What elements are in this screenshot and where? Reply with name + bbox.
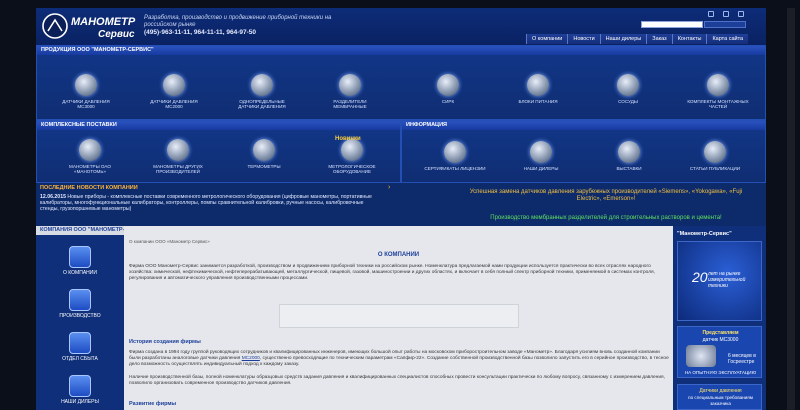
nav-order[interactable]: Заказ — [646, 34, 672, 44]
power-unit-icon — [527, 74, 549, 96]
product-tile[interactable]: ДАТЧИКИ ДАВЛЕНИЯ МС2000 — [143, 74, 205, 109]
complex-tile[interactable]: ТЕРМОМЕТРЫ — [233, 139, 295, 169]
sitemap-icon[interactable] — [738, 11, 744, 17]
leftnav-dealers[interactable]: НАШИ ДИЛЕРЫ — [36, 375, 124, 405]
mounting-kit-icon — [707, 74, 729, 96]
leftnav-about[interactable]: О КОМПАНИИ — [36, 246, 124, 276]
header-icons — [708, 11, 744, 17]
brand-line2: Сервис — [98, 29, 135, 40]
info-tile[interactable]: СЕРТИФИКАТЫ ЛИЦЕНЗИИ — [424, 141, 486, 171]
breadcrumb[interactable]: О компании ООО «Манометр Сервис» — [129, 239, 210, 244]
arrow-right-icon[interactable]: › — [388, 184, 390, 191]
brand-line1: МАНОМЕТР — [71, 16, 136, 28]
main-content: О компании ООО «Манометр Сервис» О КОМПА… — [124, 226, 673, 410]
about-icon — [69, 246, 91, 268]
nav-dealers[interactable]: Наши дилеры — [599, 34, 647, 44]
info-panel: ИНФОРМАЦИЯ СЕРТИФИКАТЫ ЛИЦЕНЗИИ НАШИ ДИЛ… — [401, 120, 766, 183]
info-tile[interactable]: ВЫСТАВКИ — [598, 141, 660, 171]
info-tile[interactable]: НАШИ ДИЛЕРЫ — [510, 141, 572, 171]
years-banner[interactable]: 20 лет на рынке измерительной техники — [677, 241, 762, 321]
sensor-icon — [686, 345, 716, 367]
page-title: О КОМПАНИИ — [377, 252, 420, 258]
mc3000-banner[interactable]: Представляем датчик МС3000 6 месяцев в Г… — [677, 326, 762, 378]
history-title: История создания фирмы — [129, 339, 201, 345]
base-paragraph: Наличие производственной базы, полной но… — [129, 375, 665, 387]
info-title: ИНФОРМАЦИЯ — [402, 121, 765, 130]
info-tile[interactable]: СТАТЬИ ПУБЛИКАЦИИ — [684, 141, 746, 171]
about-paragraph: Фирма ООО Манометр-Сервис занимается раз… — [129, 264, 655, 282]
right-column: "Манометр-Сервис" 20 лет на рынке измери… — [673, 226, 766, 410]
search-input[interactable] — [641, 21, 703, 28]
dealers-icon — [69, 375, 91, 397]
sensor-icon — [251, 74, 273, 96]
complex-tile[interactable]: МАНОМЕТРЫ ОАО «МАНОТОМЬ» — [59, 139, 121, 174]
years-text: лет на рынке измерительной техники — [708, 271, 746, 289]
promo-membranes[interactable]: Производство мембранных разделителей для… — [461, 215, 751, 221]
placeholder-box — [279, 304, 519, 328]
news-body[interactable]: Новые приборы - комплексные поставки сов… — [40, 194, 372, 212]
nav-sitemap[interactable]: Карта сайта — [706, 34, 749, 44]
thermometer-icon — [253, 139, 275, 161]
leftnav-production[interactable]: ПРОИЗВОДСТВО — [36, 289, 124, 319]
site-header: МАНОМЕТР Сервис Разработка, производство… — [36, 8, 766, 45]
mc2000-link[interactable]: МС2000 — [242, 356, 260, 361]
search-button[interactable] — [704, 21, 746, 28]
history-paragraph: Фирма создана в 1994 году группой руково… — [129, 350, 669, 368]
complex-tile[interactable]: МЕТРОЛОГИЧЕСКОЕ ОБОРУДОВАНИЕ — [321, 139, 383, 174]
sales-icon — [69, 332, 91, 354]
top-nav: О компании Новости Наши дилеры Заказ Кон… — [526, 34, 749, 44]
products-panel: ПРОДУКЦИЯ ООО "МАНОМЕТР-СЕРВИС" ДАТЧИКИ … — [36, 45, 766, 120]
product-tile[interactable]: БЛОКИ ПИТАНИЯ — [507, 74, 569, 104]
sensor-icon — [163, 74, 185, 96]
page: МАНОМЕТР Сервис Разработка, производство… — [36, 8, 766, 410]
manometer-icon — [167, 139, 189, 161]
mail-icon[interactable] — [723, 11, 729, 17]
exhibition-icon — [618, 141, 640, 163]
custom-sensors-banner[interactable]: Датчики давления по специальным требован… — [677, 384, 762, 410]
sirk-icon — [437, 74, 459, 96]
complex-title: КОМПЛЕКСНЫЕ ПОСТАВКИ — [37, 121, 400, 130]
years-number: 20 — [692, 269, 708, 285]
home-icon[interactable] — [708, 11, 714, 17]
vessel-icon — [617, 74, 639, 96]
nav-news[interactable]: Новости — [567, 34, 600, 44]
nav-contacts[interactable]: Контакты — [671, 34, 707, 44]
product-tile[interactable]: ДАТЧИКИ ДАВЛЕНИЯ МС3000 — [55, 74, 117, 109]
right-title: "Манометр-Сервис" — [677, 231, 732, 237]
certificate-icon — [444, 141, 466, 163]
product-tile[interactable]: РАЗДЕЛИТЕЛИ МЕМБРАННЫЕ — [319, 74, 381, 109]
product-tile[interactable]: СОСУДЫ — [597, 74, 659, 104]
manometer-icon — [79, 139, 101, 161]
left-nav: КОМПАНИЯ ООО "МАНОМЕТР-СЕРВИС" О КОМПАНИ… — [36, 226, 673, 410]
promo-replacement[interactable]: Успешная замена датчиков давления зарубе… — [461, 189, 751, 203]
separator-icon — [339, 74, 361, 96]
phone-numbers: (495)-963-11-11, 964-11-11, 964-97-50 — [144, 29, 257, 36]
news-text: 12.06.2015 Новые приборы - комплексные п… — [40, 194, 380, 212]
sensor-icon — [75, 74, 97, 96]
calibration-icon — [341, 139, 363, 161]
leftnav-sales[interactable]: ОТДЕЛ СБЫТА — [36, 332, 124, 362]
tagline: Разработка, производство и продвижение п… — [144, 15, 332, 28]
product-tile[interactable]: КОМПЛЕКТЫ МОНТАЖНЫХ ЧАСТЕЙ — [687, 74, 749, 109]
tools-icon — [69, 289, 91, 311]
dealers-icon — [530, 141, 552, 163]
scrollbar[interactable] — [787, 8, 795, 410]
news-title[interactable]: ПОСЛЕДНИЕ НОВОСТИ КОМПАНИИ — [40, 185, 138, 191]
product-tile[interactable]: СИРК — [417, 74, 479, 104]
complex-panel: КОМПЛЕКСНЫЕ ПОСТАВКИ МАНОМЕТРЫ ОАО «МАНО… — [36, 120, 401, 183]
product-tile[interactable]: ОДНОПРЕДЕЛЬНЫЕ ДАТЧИКИ ДАВЛЕНИЯ — [231, 74, 293, 109]
new-badge: Новинки — [335, 136, 361, 142]
complex-tile[interactable]: МАНОМЕТРЫ ДРУГИХ ПРОИЗВОДИТЕЛЕЙ — [147, 139, 209, 174]
development-title: Развитие фирмы — [129, 401, 177, 407]
nav-about[interactable]: О компании — [526, 34, 568, 44]
articles-icon — [704, 141, 726, 163]
products-title: ПРОДУКЦИЯ ООО "МАНОМЕТР-СЕРВИС" — [37, 46, 765, 55]
